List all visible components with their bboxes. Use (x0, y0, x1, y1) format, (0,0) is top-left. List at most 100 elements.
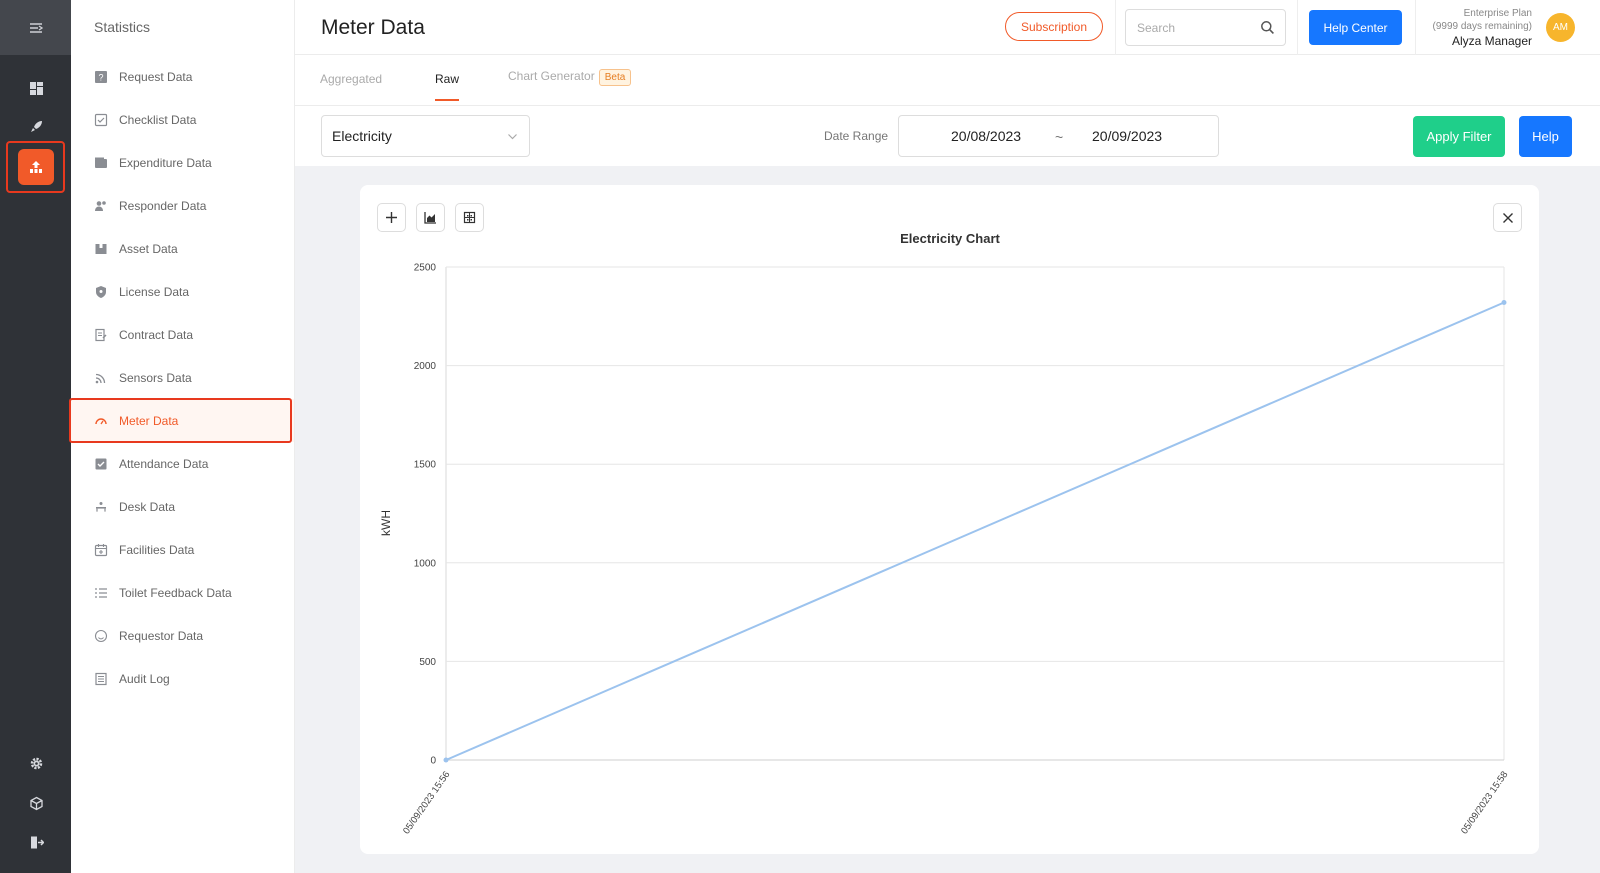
tab-label: Raw (435, 72, 460, 86)
smile-icon (94, 629, 108, 643)
icon-rail (0, 0, 71, 873)
gear-icon (30, 757, 42, 769)
list-icon (94, 586, 108, 600)
meter-type-select[interactable]: Electricity (321, 115, 530, 157)
sidebar-section-title: Statistics (94, 19, 151, 35)
statistics-icon (30, 161, 42, 173)
y-tick-label: 500 (419, 657, 436, 668)
sidebar-item-requestor-data[interactable]: Requestor Data (71, 614, 294, 657)
sidebar-item-expenditure-data[interactable]: Expenditure Data (71, 141, 294, 184)
sidebar-item-label: Audit Log (119, 671, 170, 686)
search-box[interactable] (1125, 9, 1286, 46)
tab-label: Chart Generator (508, 69, 595, 83)
date-to[interactable]: 20/09/2023 (1092, 128, 1162, 144)
sidebar-item-desk-data[interactable]: Desk Data (71, 485, 294, 528)
sidebar-item-attendance-data[interactable]: Attendance Data (71, 442, 294, 485)
page-title: Meter Data (321, 16, 425, 39)
tab-aggregated[interactable]: Aggregated (320, 72, 382, 86)
signal-icon (94, 371, 108, 385)
statistics-sidebar: Statistics ? Request Data Checklist Data Ex… (69, 0, 295, 873)
date-range-picker[interactable]: 20/08/2023 ~ 20/09/2023 (898, 115, 1219, 157)
x-tick-label: 05/09/2023 15:56 (401, 769, 452, 836)
date-range-label: Date Range (824, 129, 889, 143)
search-input[interactable] (1126, 10, 1246, 45)
beta-badge: Beta (598, 69, 632, 86)
menu-collapse-icon (29, 22, 43, 33)
rail-modules-button[interactable] (18, 785, 54, 821)
sidebar-item-label: Asset Data (119, 241, 178, 256)
tab-label: Aggregated (320, 72, 383, 86)
logout-icon (30, 836, 44, 848)
sidebar-item-toilet-feedback-data[interactable]: Toilet Feedback Data (71, 571, 294, 614)
subscription-button[interactable]: Subscription (1005, 12, 1103, 41)
box-icon (94, 242, 108, 256)
filter-bar: Electricity Date Range 20/08/2023 ~ 20/0… (295, 106, 1600, 166)
help-center-button[interactable]: Help Center (1309, 10, 1402, 45)
user-name[interactable]: Alyza Manager (1433, 33, 1532, 49)
sidebar-item-asset-data[interactable]: Asset Data (71, 227, 294, 270)
chart-card: Electricity Chart kWH 0 500 1000 1500 2000 25… (360, 185, 1539, 854)
contract-icon (94, 328, 108, 342)
date-from[interactable]: 20/08/2023 (951, 128, 1021, 144)
chart-title: Electricity Chart (900, 231, 1000, 246)
help-button[interactable]: Help (1519, 116, 1572, 157)
sidebar-item-label: Contract Data (119, 327, 194, 342)
users-icon (94, 199, 108, 213)
wallet-icon (94, 156, 108, 170)
sidebar-item-label: Meter Data (119, 413, 179, 428)
sidebar-item-audit-log[interactable]: Audit Log (71, 657, 294, 700)
question-icon: ? (94, 70, 108, 84)
y-tick-label: 2000 (414, 361, 437, 372)
top-header: Meter Data Subscription Help Center Ente… (295, 0, 1600, 55)
check-square-icon (94, 457, 108, 471)
sidebar-item-label: License Data (119, 284, 190, 299)
svg-text:?: ? (98, 72, 103, 82)
sidebar-item-responder-data[interactable]: Responder Data (71, 184, 294, 227)
sidebar-item-contract-data[interactable]: Contract Data (71, 313, 294, 356)
sidebar-item-label: Responder Data (119, 198, 207, 213)
log-icon (94, 672, 108, 686)
rail-settings-button[interactable] (18, 745, 54, 781)
rail-dashboard-button[interactable] (18, 70, 54, 106)
sidebar-item-label: Attendance Data (119, 456, 209, 471)
data-point[interactable] (1501, 299, 1507, 305)
sidebar-item-label: Expenditure Data (119, 155, 212, 170)
view-tabs: Aggregated Raw Chart Generator Beta (295, 55, 1600, 106)
rail-statistics-button[interactable] (18, 149, 54, 185)
search-icon[interactable] (1260, 20, 1275, 35)
y-tick-label: 2500 (414, 263, 437, 274)
sidebar-item-facilities-data[interactable]: Facilities Data (71, 528, 294, 571)
y-tick-label: 1000 (414, 558, 437, 569)
shield-icon (94, 285, 108, 299)
sidebar-item-license-data[interactable]: License Data (71, 270, 294, 313)
header-divider (1415, 0, 1416, 55)
plan-remaining: (9999 days remaining) (1432, 21, 1533, 32)
tab-chart-generator[interactable]: Chart Generator Beta (508, 69, 632, 86)
x-tick-label: 05/09/2023 15:58 (1459, 769, 1510, 836)
sidebar-item-label: Requestor Data (119, 628, 204, 643)
sidebar-item-checklist-data[interactable]: Checklist Data (71, 98, 294, 141)
date-separator: ~ (1055, 129, 1064, 145)
avatar[interactable]: AM (1546, 13, 1575, 42)
header-divider (1297, 0, 1298, 55)
sidebar-item-request-data[interactable]: ? Request Data (71, 55, 294, 98)
meter-type-value: Electricity (332, 128, 392, 144)
sidebar-item-sensors-data[interactable]: Sensors Data (71, 356, 294, 399)
sidebar-item-meter-data[interactable]: Meter Data (69, 398, 294, 443)
sidebar-item-label: Request Data (119, 69, 193, 84)
electricity-line-chart: Electricity Chart kWH 0 500 1000 1500 2000 25… (379, 231, 1510, 836)
plan-name: Enterprise Plan (1463, 8, 1532, 19)
checklist-icon (94, 113, 108, 127)
calendar-icon (94, 543, 108, 557)
gauge-icon (94, 414, 108, 428)
y-tick-label: 0 (430, 756, 436, 767)
rail-logout-button[interactable] (18, 824, 54, 860)
rail-launch-button[interactable] (18, 108, 54, 144)
data-point[interactable] (443, 757, 449, 763)
tab-raw[interactable]: Raw (435, 72, 460, 101)
apply-filter-button[interactable]: Apply Filter (1413, 116, 1505, 157)
sidebar-item-label: Desk Data (119, 499, 176, 514)
y-tick-label: 1500 (414, 460, 437, 471)
menu-toggle-button[interactable] (0, 0, 71, 55)
chevron-down-icon (508, 134, 517, 140)
